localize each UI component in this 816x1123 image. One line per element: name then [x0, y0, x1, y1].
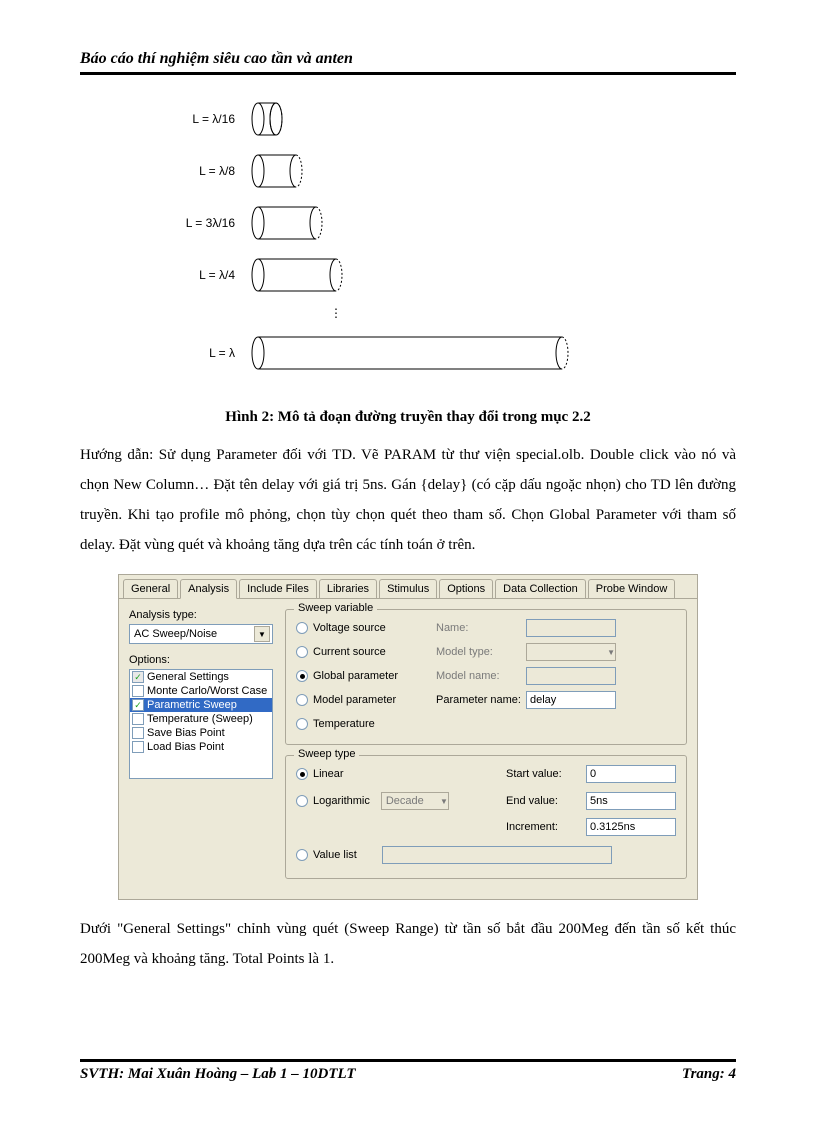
- page-footer: SVTH: Mai Xuân Hoàng – Lab 1 – 10DTLT Tr…: [80, 1059, 736, 1083]
- tab-probe-window[interactable]: Probe Window: [588, 579, 676, 598]
- param-name-input[interactable]: [526, 691, 616, 709]
- dialog-tabs: General Analysis Include Files Libraries…: [119, 575, 697, 599]
- option-general-settings[interactable]: ✓ General Settings: [130, 670, 272, 684]
- end-value-input[interactable]: [586, 792, 676, 810]
- option-parametric-sweep[interactable]: ✓ Parametric Sweep: [130, 698, 272, 712]
- increment-label: Increment:: [506, 821, 586, 833]
- radio-linear[interactable]: Linear: [296, 768, 506, 780]
- radio-value-list[interactable]: Value list: [296, 846, 676, 864]
- footer-left: SVTH: Mai Xuân Hoàng – Lab 1 – 10DTLT: [80, 1066, 356, 1083]
- page-header: Báo cáo thí nghiệm siêu cao tần và anten: [80, 50, 736, 75]
- param-name-label: Parameter name:: [436, 694, 526, 706]
- tab-data-collection[interactable]: Data Collection: [495, 579, 586, 598]
- log-scale-combo: Decade▼: [381, 792, 449, 810]
- name-input: [526, 619, 616, 637]
- check-icon: ✓: [132, 671, 144, 683]
- analysis-dialog: General Analysis Include Files Libraries…: [118, 574, 698, 900]
- analysis-type-combo[interactable]: AC Sweep/Noise ▼: [129, 624, 273, 644]
- tab-analysis[interactable]: Analysis: [180, 579, 237, 599]
- tab-libraries[interactable]: Libraries: [319, 579, 377, 598]
- paragraph-2: Dưới "General Settings" chỉnh vùng quét …: [80, 914, 736, 974]
- name-label: Name:: [436, 622, 526, 634]
- value-list-input: [382, 846, 612, 864]
- sweep-variable-fieldset: Sweep variable Voltage source Name: Curr…: [285, 609, 687, 745]
- check-icon: [132, 713, 144, 725]
- tab-options[interactable]: Options: [439, 579, 493, 598]
- check-icon: [132, 685, 144, 697]
- radio-logarithmic[interactable]: Logarithmic Decade▼: [296, 792, 506, 810]
- cylinder-2: [252, 207, 322, 239]
- analysis-type-label: Analysis type:: [129, 609, 273, 621]
- option-monte-carlo[interactable]: Monte Carlo/Worst Case: [130, 684, 272, 698]
- sweep-type-fieldset: Sweep type Linear Start value: Logarithm…: [285, 755, 687, 879]
- cyl-label-4: L = λ: [209, 346, 235, 360]
- radio-temperature[interactable]: Temperature: [296, 718, 436, 730]
- radio-global-parameter[interactable]: Global parameter: [296, 670, 436, 682]
- model-type-combo: ▼: [526, 643, 616, 661]
- sweep-type-legend: Sweep type: [294, 748, 359, 760]
- cyl-label-1: L = λ/8: [199, 164, 235, 178]
- cyl-label-2: L = 3λ/16: [186, 216, 236, 230]
- increment-input[interactable]: [586, 818, 676, 836]
- cylinder-0: [252, 103, 282, 135]
- radio-model-parameter[interactable]: Model parameter: [296, 694, 436, 706]
- cyl-label-0: L = λ/16: [192, 112, 235, 126]
- options-listbox[interactable]: ✓ General Settings Monte Carlo/Worst Cas…: [129, 669, 273, 779]
- tab-general[interactable]: General: [123, 579, 178, 598]
- model-name-input: [526, 667, 616, 685]
- figure-caption: Hình 2: Mô tả đoạn đường truyền thay đổi…: [80, 409, 736, 426]
- cylinder-diagram: L = λ/16 L = λ/8 L = 3λ/16 L =: [80, 99, 736, 399]
- radio-voltage-source[interactable]: Voltage source: [296, 622, 436, 634]
- check-icon: ✓: [132, 699, 144, 711]
- cylinder-1: [252, 155, 302, 187]
- radio-current-source[interactable]: Current source: [296, 646, 436, 658]
- footer-right: Trang: 4: [682, 1066, 736, 1083]
- cylinder-4: [252, 337, 568, 369]
- check-icon: [132, 741, 144, 753]
- model-type-label: Model type:: [436, 646, 526, 658]
- check-icon: [132, 727, 144, 739]
- sweep-variable-legend: Sweep variable: [294, 602, 377, 614]
- chevron-down-icon: ▼: [254, 626, 270, 642]
- tab-include-files[interactable]: Include Files: [239, 579, 317, 598]
- ellipsis-dots: ⋮: [330, 306, 342, 320]
- cyl-label-3: L = λ/4: [199, 268, 235, 282]
- model-name-label: Model name:: [436, 670, 526, 682]
- options-label: Options:: [129, 654, 273, 666]
- option-load-bias[interactable]: Load Bias Point: [130, 740, 272, 754]
- start-value-input[interactable]: [586, 765, 676, 783]
- option-temperature-sweep[interactable]: Temperature (Sweep): [130, 712, 272, 726]
- end-label: End value:: [506, 795, 586, 807]
- cylinder-3: [252, 259, 342, 291]
- header-title: Báo cáo thí nghiệm siêu cao tần và anten: [80, 50, 353, 67]
- analysis-type-value: AC Sweep/Noise: [134, 628, 217, 640]
- paragraph-1: Hướng dẫn: Sử dụng Parameter đối với TD.…: [80, 440, 736, 560]
- option-save-bias[interactable]: Save Bias Point: [130, 726, 272, 740]
- tab-stimulus[interactable]: Stimulus: [379, 579, 437, 598]
- start-label: Start value:: [506, 768, 586, 780]
